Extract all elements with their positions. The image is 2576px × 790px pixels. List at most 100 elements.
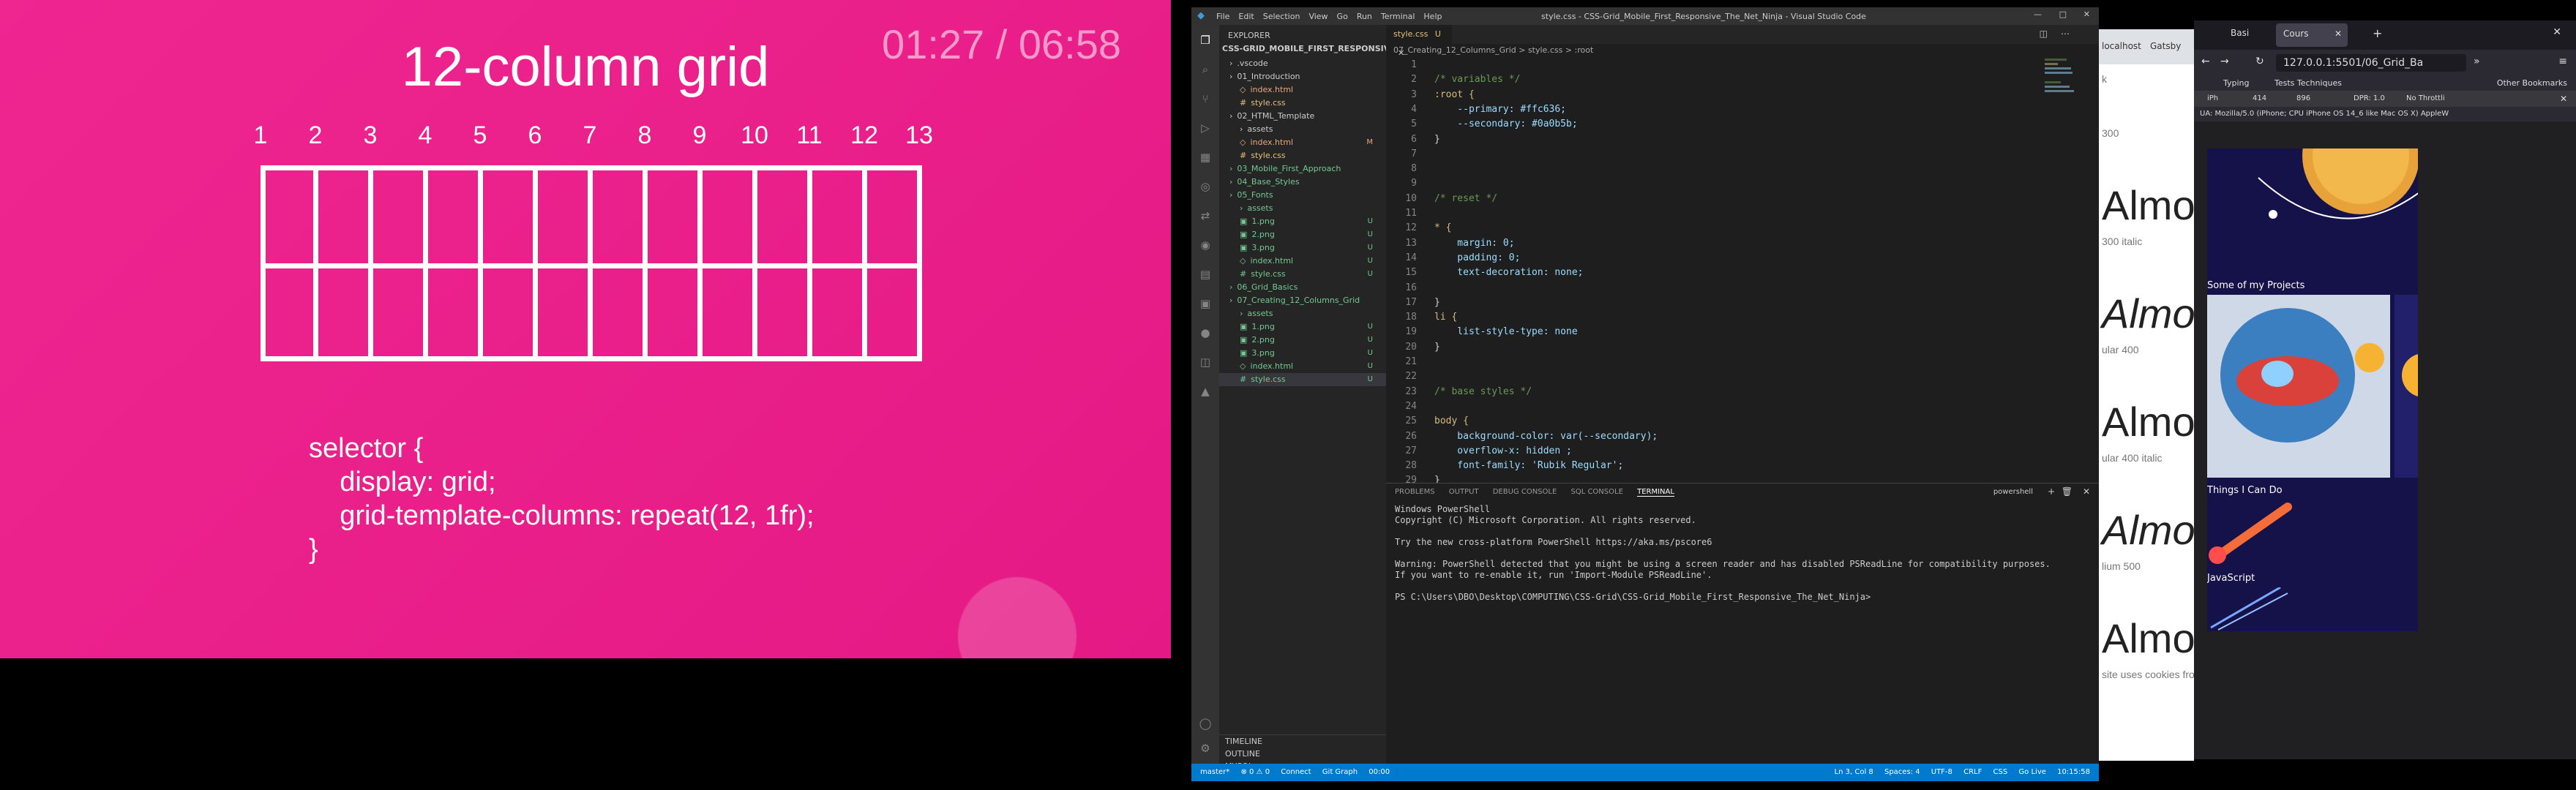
- tree-item[interactable]: › 02_HTML_Template: [1219, 110, 1386, 123]
- deploy-icon[interactable]: ▲: [1198, 385, 1213, 399]
- menu-item[interactable]: Help: [1423, 12, 1442, 21]
- source-control-icon[interactable]: ⑂: [1198, 92, 1213, 107]
- account-icon[interactable]: ◯: [1198, 717, 1213, 731]
- tree-item[interactable]: › 01_Introduction: [1219, 70, 1386, 83]
- outline-section[interactable]: OUTLINE: [1219, 748, 1386, 760]
- project-card-rocket[interactable]: [2207, 295, 2390, 478]
- back-icon[interactable]: ←: [2201, 56, 2210, 67]
- bg-tab-localhost[interactable]: localhost: [2102, 41, 2141, 51]
- other-bookmarks[interactable]: Other Bookmarks: [2497, 76, 2567, 91]
- video-frame[interactable]: 01:27 / 06:58 12-column grid 1 2 3 4 5 6 7 8 9 10…: [0, 0, 1171, 658]
- bg-tab-gatsby[interactable]: Gatsby: [2150, 41, 2181, 51]
- tree-item[interactable]: ▣ 1.png U: [1219, 320, 1386, 334]
- project-card-2[interactable]: [2395, 295, 2418, 478]
- timeline-section[interactable]: TIMELINE: [1219, 735, 1386, 748]
- bookmark-tests[interactable]: Tests Techniques: [2274, 76, 2342, 91]
- code-editor[interactable]: 1 2/* variables */3:root {4 --primary: #f…: [1386, 57, 2037, 489]
- sql-icon[interactable]: ◫: [1198, 356, 1213, 370]
- encoding[interactable]: UTF-8: [1931, 768, 1952, 776]
- tab-debug-console[interactable]: DEBUG CONSOLE: [1493, 488, 1557, 496]
- hamburger-menu-icon[interactable]: ≡: [2558, 56, 2567, 67]
- terminal-output[interactable]: Windows PowerShell Copyright (C) Microso…: [1395, 504, 2051, 603]
- forward-icon[interactable]: →: [2220, 56, 2229, 67]
- docker-icon[interactable]: ▣: [1198, 297, 1213, 312]
- new-tab-icon[interactable]: +: [2373, 26, 2382, 40]
- background-browser[interactable]: localhost Gatsby k 300 Almos 300 italic Almo…: [2099, 29, 2194, 761]
- tree-item[interactable]: ◇ index.html: [1219, 83, 1386, 97]
- ff-tab-2-active[interactable]: Cours ✕: [2276, 23, 2348, 47]
- run-debug-icon[interactable]: ▷: [1198, 121, 1213, 136]
- tree-item[interactable]: ▣ 3.png U: [1219, 347, 1386, 360]
- tree-item[interactable]: › 03_Mobile_First_Approach: [1219, 162, 1386, 176]
- tree-item[interactable]: # style.css: [1219, 149, 1386, 162]
- menu-item[interactable]: Go: [1337, 12, 1348, 21]
- settings-gear-icon[interactable]: ⚙: [1198, 742, 1213, 756]
- maximize-icon[interactable]: □: [2059, 10, 2067, 19]
- menu-item[interactable]: View: [1308, 12, 1328, 21]
- trash-icon[interactable]: 🗑: [2062, 486, 2073, 497]
- bookmark-typing[interactable]: Typing: [2223, 76, 2250, 91]
- tree-item[interactable]: ▣ 1.png U: [1219, 215, 1386, 228]
- throttle-select[interactable]: No Throttli: [2406, 91, 2445, 107]
- database-icon[interactable]: ▤: [1198, 268, 1213, 282]
- tree-item[interactable]: # style.css U: [1219, 373, 1386, 386]
- tree-item[interactable]: ◇ index.html M: [1219, 136, 1386, 149]
- tab-terminal[interactable]: TERMINAL: [1637, 488, 1674, 497]
- connect-button[interactable]: Connect: [1281, 768, 1311, 776]
- height-input[interactable]: 896: [2296, 91, 2310, 107]
- width-input[interactable]: 414: [2253, 91, 2266, 107]
- close-icon[interactable]: ✕: [2083, 10, 2090, 19]
- breadcrumb[interactable]: 07_Creating_12_Columns_Grid > style.css …: [1393, 45, 1593, 55]
- tree-item[interactable]: › 05_Fonts: [1219, 189, 1386, 202]
- git-graph-icon[interactable]: ◉: [1198, 238, 1213, 253]
- device-select[interactable]: iPh: [2207, 91, 2218, 107]
- tree-item[interactable]: › .vscode: [1219, 57, 1386, 70]
- menu-item[interactable]: Run: [1357, 12, 1372, 21]
- mobile-viewport[interactable]: Some of my Projects Things I Can Do Java…: [2207, 148, 2418, 631]
- extensions-icon[interactable]: ▦: [1198, 151, 1213, 165]
- panel-close-icon[interactable]: ✕: [2083, 486, 2090, 497]
- tab-problems[interactable]: PROBLEMS: [1395, 488, 1435, 496]
- explorer-icon[interactable]: ❐: [1198, 34, 1213, 48]
- tab-output[interactable]: OUTPUT: [1449, 488, 1479, 496]
- go-live-button[interactable]: Go Live: [2018, 768, 2045, 776]
- tree-item[interactable]: ◇ index.html U: [1219, 255, 1386, 268]
- cursor-position[interactable]: Ln 3, Col 8: [1835, 768, 1873, 776]
- ff-tab-close-icon[interactable]: ✕: [2334, 29, 2342, 39]
- line-endings[interactable]: CRLF: [1963, 768, 1982, 776]
- menu-item[interactable]: File: [1216, 12, 1229, 21]
- ff-tab-1[interactable]: Basi: [2231, 28, 2249, 38]
- git-branch[interactable]: master*: [1200, 768, 1229, 776]
- minimize-icon[interactable]: —: [2034, 10, 2042, 19]
- address-bar[interactable]: 127.0.0.1:5501/06_Grid_Ba: [2276, 54, 2466, 72]
- mongodb-icon[interactable]: ●: [1198, 326, 1213, 341]
- close-rdm-icon[interactable]: ✕: [2560, 91, 2567, 107]
- tree-item[interactable]: # style.css: [1219, 97, 1386, 110]
- menu-item[interactable]: Selection: [1263, 12, 1300, 21]
- tree-item[interactable]: › 06_Grid_Basics: [1219, 281, 1386, 294]
- reload-icon[interactable]: ↻: [2255, 56, 2264, 67]
- tree-item[interactable]: › assets: [1219, 307, 1386, 320]
- tree-item[interactable]: › assets: [1219, 123, 1386, 136]
- minimap[interactable]: [2045, 57, 2092, 276]
- tree-item[interactable]: ▣ 2.png U: [1219, 334, 1386, 347]
- tree-item[interactable]: ▣ 3.png U: [1219, 241, 1386, 255]
- ff-close-icon[interactable]: ✕: [2553, 26, 2561, 38]
- dpr-select[interactable]: DPR: 1.0: [2354, 91, 2385, 107]
- tree-item[interactable]: › assets: [1219, 202, 1386, 215]
- remote-icon[interactable]: ◎: [1198, 180, 1213, 195]
- tree-item[interactable]: › 04_Base_Styles: [1219, 176, 1386, 189]
- problems-count[interactable]: ⊗ 0 ⚠ 0: [1240, 768, 1270, 776]
- tab-sql-console[interactable]: SQL CONSOLE: [1570, 488, 1622, 496]
- tree-item[interactable]: # style.css U: [1219, 268, 1386, 281]
- user-agent-field[interactable]: UA: Mozilla/5.0 (iPhone; CPU iPhone OS 1…: [2194, 107, 2576, 121]
- live-share-icon[interactable]: ⇄: [1198, 209, 1213, 224]
- more-actions-icon[interactable]: ⋯: [2061, 29, 2070, 39]
- tree-item[interactable]: ▣ 2.png U: [1219, 228, 1386, 241]
- overflow-icon[interactable]: »: [2474, 56, 2480, 67]
- tree-item[interactable]: ◇ index.html U: [1219, 360, 1386, 373]
- split-editor-icon[interactable]: ◫: [2040, 29, 2048, 39]
- terminal-shell[interactable]: powershell: [1993, 488, 2033, 496]
- tree-item[interactable]: › 07_Creating_12_Columns_Grid: [1219, 294, 1386, 307]
- search-icon[interactable]: ⌕: [1198, 63, 1213, 78]
